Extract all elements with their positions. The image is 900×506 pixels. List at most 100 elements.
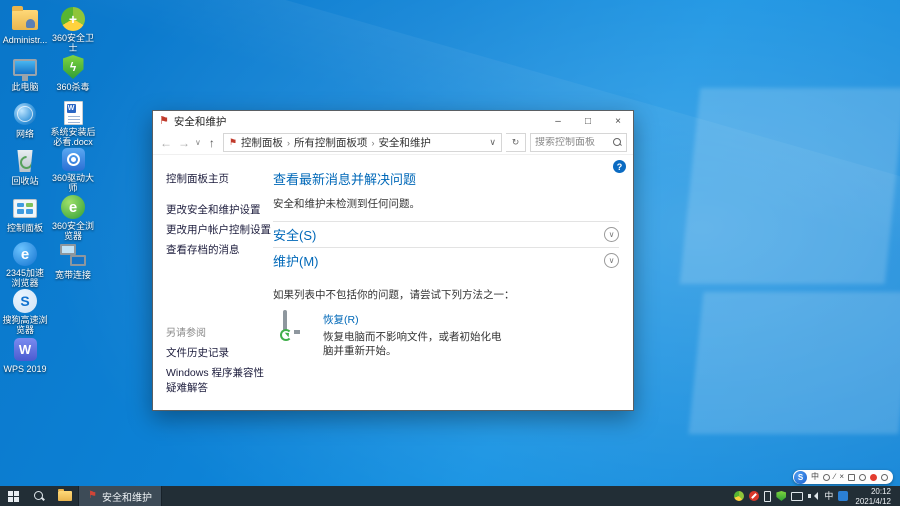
tray-antivirus-icon[interactable] — [749, 491, 759, 501]
desktop-icon-sogou-browser[interactable]: S 搜狗高速浏览器 — [2, 286, 48, 333]
security-flag-icon: ⚑ — [159, 116, 169, 127]
toolbox-icon[interactable] — [870, 474, 877, 481]
360-driver-icon — [62, 148, 85, 171]
minimize-button[interactable]: – — [543, 111, 573, 131]
file-history-link[interactable]: 文件历史记录 — [166, 345, 271, 360]
tray-input-method-icon[interactable] — [838, 491, 848, 501]
chevron-down-icon[interactable]: ∨ — [604, 253, 619, 268]
computer-icon — [13, 59, 37, 76]
chevron-down-icon[interactable]: ∨ — [604, 227, 619, 242]
sidebar-item-archived-messages[interactable]: 查看存档的消息 — [166, 242, 271, 257]
desktop-icon-360-browser[interactable]: e 360安全浏览器 — [50, 192, 96, 239]
globe-icon — [14, 103, 36, 125]
address-dropdown-icon[interactable]: ∨ — [489, 137, 496, 148]
back-button[interactable]: ← — [159, 136, 173, 150]
keyboard-icon[interactable] — [848, 474, 855, 481]
taskbar-app-security-maintenance[interactable]: ⚑ 安全和维护 — [78, 486, 162, 506]
desktop-icon-this-pc[interactable]: 此电脑 — [2, 51, 48, 98]
refresh-icon: ↻ — [512, 137, 520, 148]
sidebar-item-uac-settings[interactable]: 更改用户帐户控制设置 — [166, 222, 271, 237]
icon-label: 360驱动大师 — [50, 173, 96, 194]
sidebar-item-change-settings[interactable]: 更改安全和维护设置 — [166, 202, 271, 217]
icon-label: 回收站 — [11, 176, 38, 186]
taskbar-app-label: 安全和维护 — [102, 489, 152, 504]
sidebar-item-home[interactable]: 控制面板主页 — [166, 171, 271, 186]
security-flag-icon: ⚑ — [229, 138, 237, 147]
recovery-icon — [283, 312, 313, 338]
tray-network-icon[interactable] — [791, 492, 803, 501]
desktop-icons: Administr... 此电脑 网络 回收站 控制面板 e 2345加速浏览器 — [2, 4, 96, 380]
desktop-icon-360-safe[interactable]: + 360安全卫士 — [50, 4, 96, 51]
desktop-icon-2345-browser[interactable]: e 2345加速浏览器 — [2, 239, 48, 286]
360-safe-icon: + — [61, 7, 85, 31]
edit-pencil-icon[interactable]: ∕ — [834, 473, 835, 481]
desktop-icon-user-folder[interactable]: Administr... — [2, 4, 48, 51]
close-icon[interactable]: × — [839, 473, 844, 481]
punctuation-icon[interactable] — [823, 474, 830, 481]
recycle-bin-icon — [16, 150, 34, 172]
desktop-icon-control-panel[interactable]: 控制面板 — [2, 192, 48, 239]
desktop: Administr... 此电脑 网络 回收站 控制面板 e 2345加速浏览器 — [0, 0, 900, 506]
security-section-header[interactable]: 安全(S) ∨ — [273, 221, 619, 247]
search-box[interactable] — [530, 133, 627, 152]
refresh-button[interactable]: ↻ — [506, 133, 526, 152]
recent-pages-dropdown[interactable]: ∨ — [195, 138, 201, 147]
window-main-pane: 查看最新消息并解决问题 安全和维护未检测到任何问题。 安全(S) ∨ 维护(M)… — [271, 155, 633, 410]
recovery-description: 恢复电脑而不影响文件，或者初始化电脑并重新开始。 — [323, 330, 508, 358]
icon-label: Administr... — [3, 35, 48, 45]
desktop-icon-broadband[interactable]: 宽带连接 — [50, 239, 96, 286]
section-label: 安全(S) — [273, 225, 316, 244]
search-icon — [34, 491, 45, 502]
breadcrumb-separator: › — [287, 138, 290, 148]
settings-gear-icon[interactable] — [881, 474, 888, 481]
tray-security-shield-icon[interactable] — [776, 491, 786, 501]
page-title: 查看最新消息并解决问题 — [273, 169, 619, 188]
breadcrumb-separator: › — [371, 138, 374, 148]
wallpaper-window-pane — [680, 88, 900, 284]
maximize-button[interactable]: □ — [573, 111, 603, 131]
broadband-connection-icon — [60, 244, 86, 266]
clock-time: 20:12 — [855, 487, 891, 497]
address-bar[interactable]: ⚑ 控制面板 › 所有控制面板项 › 安全和维护 ∨ — [223, 133, 502, 152]
security-flag-icon: ⚑ — [88, 491, 97, 501]
shield-icon: ϟ — [63, 55, 84, 79]
sogou-logo-icon[interactable]: S — [794, 471, 807, 484]
desktop-icon-network[interactable]: 网络 — [2, 98, 48, 145]
windows-logo-icon — [8, 491, 19, 502]
tray-phone-icon[interactable] — [764, 491, 771, 502]
desktop-icon-wps[interactable]: W WPS 2019 — [2, 333, 48, 380]
window-sidebar: 控制面板主页 更改安全和维护设置 更改用户帐户控制设置 查看存档的消息 另请参阅… — [153, 155, 271, 410]
clock-date: 2021/4/12 — [855, 497, 891, 506]
desktop-icon-recycle-bin[interactable]: 回收站 — [2, 145, 48, 192]
up-button[interactable]: ↑ — [205, 136, 219, 150]
profile-icon[interactable] — [859, 474, 866, 481]
window-titlebar[interactable]: ⚑ 安全和维护 – □ × — [153, 111, 633, 131]
desktop-icon-360-antivirus[interactable]: ϟ 360杀毒 — [50, 51, 96, 98]
tray-360-icon[interactable] — [734, 491, 744, 501]
tray-ime-indicator[interactable]: 中 — [824, 492, 833, 501]
close-button[interactable]: × — [603, 111, 633, 131]
breadcrumb-all-items[interactable]: 所有控制面板项 — [294, 135, 368, 150]
control-panel-icon — [13, 199, 37, 218]
navigation-toolbar: ← → ∨ ↑ ⚑ 控制面板 › 所有控制面板项 › 安全和维护 ∨ ↻ — [153, 131, 633, 155]
breadcrumb-control-panel[interactable]: 控制面板 — [241, 135, 283, 150]
forward-button[interactable]: → — [177, 136, 191, 150]
start-button[interactable] — [0, 486, 26, 506]
maintenance-section-header[interactable]: 维护(M) ∨ — [273, 247, 619, 273]
recovery-link[interactable]: 恢复(R) — [323, 312, 508, 327]
tray-volume-icon[interactable] — [808, 491, 819, 501]
breadcrumb-current[interactable]: 安全和维护 — [378, 135, 431, 150]
program-compat-link[interactable]: Windows 程序兼容性疑难解答 — [166, 365, 271, 395]
ime-mode-toggle[interactable]: 中 — [811, 473, 819, 481]
wallpaper-window-pane — [689, 292, 900, 434]
icon-label: 360杀毒 — [56, 82, 89, 92]
icon-label: WPS 2019 — [3, 364, 46, 374]
icon-label: 宽带连接 — [55, 270, 91, 280]
taskbar-search-button[interactable] — [26, 486, 52, 506]
desktop-icon-docx-file[interactable]: 系统安装后必看.docx — [50, 98, 96, 145]
file-explorer-button[interactable] — [52, 486, 78, 506]
wps-icon: W — [14, 338, 37, 361]
taskbar-clock[interactable]: 20:12 2021/4/12 — [853, 486, 895, 506]
desktop-icon-360-driver[interactable]: 360驱动大师 — [50, 145, 96, 192]
search-input[interactable] — [535, 137, 613, 148]
